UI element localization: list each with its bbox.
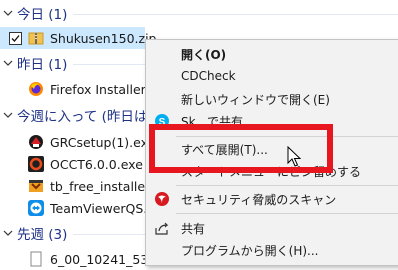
- file-name: Shukusen150.zip: [50, 30, 157, 46]
- file-icon: [28, 251, 44, 267]
- chevron-down-icon[interactable]: [0, 5, 16, 21]
- group-label: 今日 (1): [17, 7, 68, 23]
- menu-item-label: CDCheck: [181, 69, 236, 83]
- mouse-cursor-icon: [287, 146, 301, 167]
- chevron-down-icon[interactable]: [0, 107, 16, 123]
- chevron-down-icon[interactable]: [0, 55, 16, 71]
- installer-icon: [28, 178, 44, 194]
- trend-micro-icon: [154, 191, 170, 207]
- chevron-down-icon[interactable]: [0, 225, 16, 241]
- file-name: OCCT6.0.0.exe: [50, 156, 143, 172]
- group-label: 先週 (3): [17, 227, 68, 243]
- menu-item-cdcheck[interactable]: CDCheck: [146, 65, 398, 87]
- grc-icon: [28, 134, 44, 150]
- zip-folder-icon: [28, 30, 44, 46]
- teamviewer-icon: [28, 200, 44, 216]
- group-divider: [73, 13, 398, 15]
- highlight-box: [149, 124, 333, 173]
- menu-item-security-scan[interactable]: セキュリティ脅威のスキャン: [146, 188, 398, 210]
- menu-item-open[interactable]: 開く(O): [146, 43, 398, 65]
- menu-item-label: セキュリティ脅威のスキャン: [181, 192, 337, 207]
- group-label: 昨日 (1): [17, 57, 68, 73]
- checkbox[interactable]: [9, 32, 22, 45]
- group-label: 今週に入って (昨日は: [17, 109, 148, 125]
- menu-item-label: 新しいウィンドウで開く(E): [181, 92, 330, 107]
- firefox-icon: [28, 81, 44, 97]
- menu-item-label: 共有: [181, 221, 206, 236]
- menu-item-share[interactable]: 共有: [146, 217, 398, 239]
- menu-separator: [176, 185, 398, 186]
- occt-icon: [28, 156, 44, 172]
- group-header-today[interactable]: 今日 (1): [0, 2, 398, 24]
- menu-item-label: プログラムから開く(H)...: [181, 243, 319, 258]
- menu-item-label: 開く(O): [181, 47, 227, 62]
- share-icon: [154, 220, 170, 236]
- menu-item-open-new-window[interactable]: 新しいウィンドウで開く(E): [146, 88, 398, 110]
- file-row-shukusen[interactable]: Shukusen150.zip: [0, 27, 156, 49]
- menu-separator: [176, 213, 398, 214]
- file-name: GRCsetup(1).exe: [50, 134, 156, 150]
